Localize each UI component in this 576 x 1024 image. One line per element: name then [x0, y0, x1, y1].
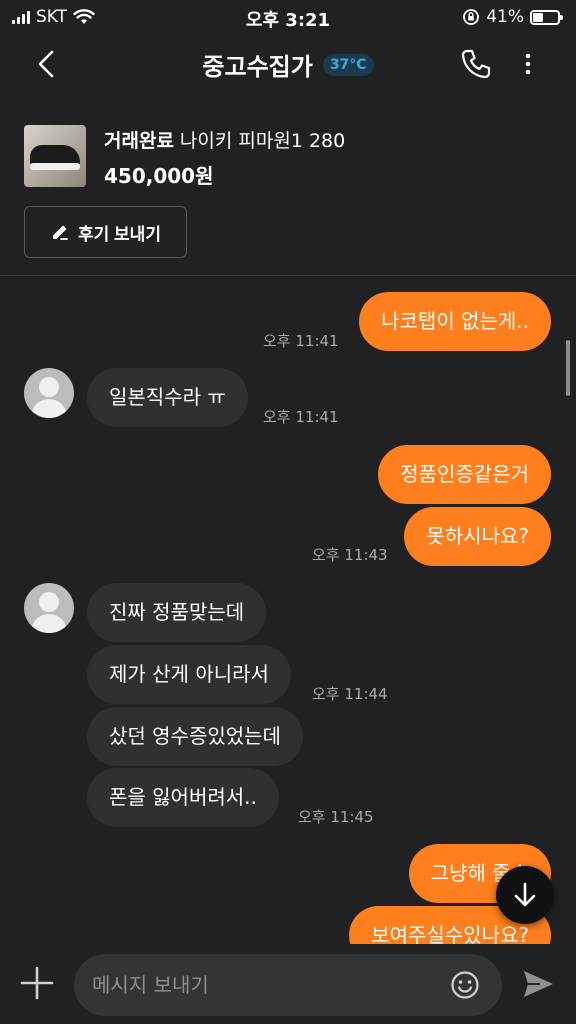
- message-time: 오후 11:43: [312, 546, 388, 564]
- product-name: 나이키 피마원1 280: [179, 130, 346, 152]
- orientation-lock-icon: [463, 9, 480, 25]
- scroll-down-icon: [514, 882, 536, 907]
- chat-scrollbar[interactable]: [566, 340, 570, 396]
- chat-header: 중고수집가 37°C: [0, 34, 576, 94]
- message-bubble-incoming[interactable]: 제가 산게 아니라서: [87, 645, 291, 704]
- product-price: 450,000원: [104, 164, 214, 188]
- message-bubble-outgoing[interactable]: 나코탭이 없는게..: [359, 292, 551, 351]
- message-bubble-incoming[interactable]: 진짜 정품맞는데: [87, 583, 267, 642]
- send-button[interactable]: [520, 966, 556, 1002]
- scroll-to-bottom-button[interactable]: [496, 866, 554, 924]
- message-composer: [0, 944, 576, 1024]
- phone-icon: [461, 49, 491, 79]
- message-time: 오후 11:41: [263, 408, 339, 426]
- more-options-button[interactable]: [516, 46, 540, 82]
- message-field[interactable]: [74, 954, 502, 1016]
- emoji-icon: [451, 971, 479, 999]
- page-title: 중고수집가: [202, 53, 313, 81]
- attach-button[interactable]: [18, 964, 56, 1002]
- pencil-icon: [53, 225, 68, 240]
- battery-icon: [530, 9, 563, 25]
- message-time: 오후 11:45: [298, 808, 374, 826]
- more-icon: [525, 53, 531, 75]
- avatar[interactable]: [24, 368, 74, 418]
- send-review-label: 후기 보내기: [78, 224, 161, 244]
- message-bubble-outgoing[interactable]: 정품인증같은거: [378, 445, 551, 504]
- product-image-sole: [30, 163, 80, 170]
- message-bubble-incoming[interactable]: 일본직수라 ㅠ: [87, 368, 248, 427]
- message-time: 오후 11:41: [263, 332, 339, 350]
- send-icon: [524, 971, 553, 997]
- message-bubble-incoming[interactable]: 폰을 잃어버려서..: [87, 768, 279, 827]
- trade-status: 거래완료: [104, 130, 174, 152]
- battery-percent: 41%: [486, 7, 524, 27]
- message-bubble-outgoing[interactable]: 못하시나요?: [404, 507, 551, 566]
- status-bar: SKT 오후 3:21 41%: [0, 0, 576, 34]
- battery-fill: [533, 12, 543, 22]
- message-time: 오후 11:44: [312, 685, 388, 703]
- status-bar-right: 41%: [462, 7, 563, 27]
- chat-messages[interactable]: 나코탭이 없는게.. 오후 11:41 일본직수라 ㅠ 오후 11:41 정품인…: [0, 276, 576, 944]
- product-title-line: 거래완료 나이키 피마원1 280: [104, 126, 345, 153]
- send-review-button[interactable]: 후기 보내기: [24, 206, 187, 258]
- plus-icon: [20, 966, 54, 1000]
- call-button[interactable]: [458, 46, 494, 82]
- avatar[interactable]: [24, 583, 74, 633]
- product-summary[interactable]: 거래완료 나이키 피마원1 280 450,000원: [24, 120, 554, 190]
- manner-temperature-badge: 37°C: [322, 53, 374, 76]
- emoji-button[interactable]: [450, 970, 480, 1000]
- message-input[interactable]: [92, 954, 432, 1016]
- product-thumbnail: [24, 125, 86, 187]
- message-bubble-incoming[interactable]: 샀던 영수증있었는데: [87, 707, 303, 766]
